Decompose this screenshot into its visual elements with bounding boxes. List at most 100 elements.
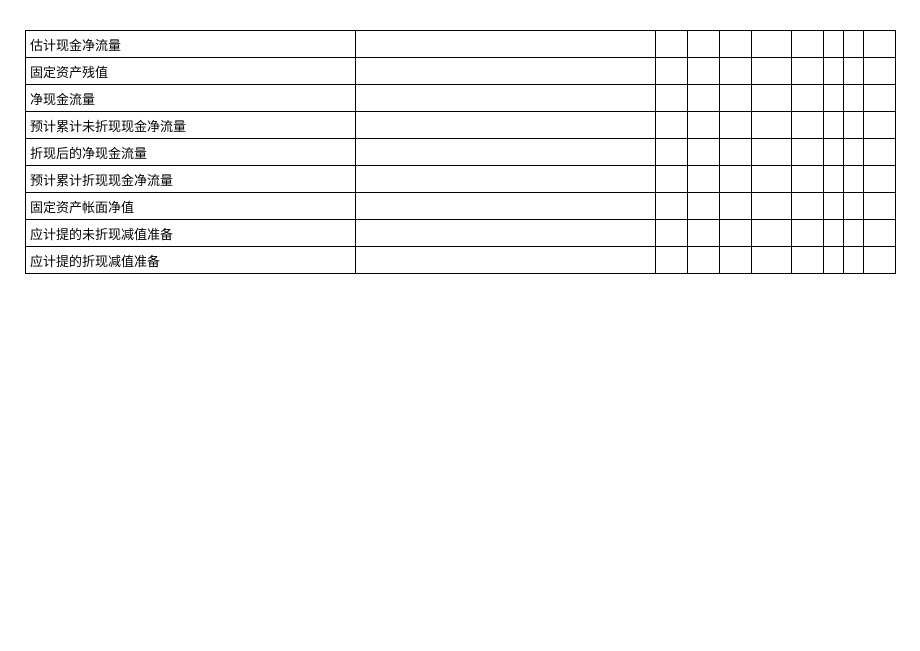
- cell: [688, 58, 720, 85]
- cell: [688, 85, 720, 112]
- table-row: 预计累计折现现金净流量: [26, 166, 896, 193]
- cell: [824, 247, 844, 274]
- cell: [824, 31, 844, 58]
- cell: [720, 166, 752, 193]
- cell: [752, 58, 792, 85]
- cell: [720, 193, 752, 220]
- table-row: 应计提的折现减值准备: [26, 247, 896, 274]
- cell: [688, 193, 720, 220]
- cell: [752, 85, 792, 112]
- cell: [656, 58, 688, 85]
- cell: [792, 58, 824, 85]
- row-label: 固定资产残值: [26, 58, 356, 85]
- cell: [792, 31, 824, 58]
- cell: [864, 166, 896, 193]
- cell: [356, 166, 656, 193]
- cell: [720, 31, 752, 58]
- cell: [752, 220, 792, 247]
- cell: [864, 247, 896, 274]
- table-row: 应计提的未折现减值准备: [26, 220, 896, 247]
- cell: [864, 139, 896, 166]
- cell: [792, 112, 824, 139]
- cell: [864, 193, 896, 220]
- cell: [864, 58, 896, 85]
- row-label: 固定资产帐面净值: [26, 193, 356, 220]
- cell: [752, 166, 792, 193]
- cell: [864, 31, 896, 58]
- cell: [824, 112, 844, 139]
- cell: [864, 220, 896, 247]
- cell: [844, 193, 864, 220]
- cell: [656, 85, 688, 112]
- table-row: 折现后的净现金流量: [26, 139, 896, 166]
- cell: [824, 58, 844, 85]
- row-label: 应计提的未折现减值准备: [26, 220, 356, 247]
- cell: [356, 220, 656, 247]
- cell: [720, 247, 752, 274]
- row-label: 预计累计折现现金净流量: [26, 166, 356, 193]
- cell: [356, 58, 656, 85]
- cell: [656, 166, 688, 193]
- cell: [656, 139, 688, 166]
- table-row: 净现金流量: [26, 85, 896, 112]
- cell: [720, 85, 752, 112]
- cell: [356, 31, 656, 58]
- cell: [864, 112, 896, 139]
- cell: [356, 193, 656, 220]
- cell: [720, 58, 752, 85]
- cell: [864, 85, 896, 112]
- cell: [720, 112, 752, 139]
- cell: [792, 139, 824, 166]
- cell: [844, 247, 864, 274]
- cell: [688, 166, 720, 193]
- cell: [688, 112, 720, 139]
- cell: [844, 112, 864, 139]
- cell: [824, 166, 844, 193]
- cell: [824, 193, 844, 220]
- cell: [688, 31, 720, 58]
- cell: [752, 247, 792, 274]
- table-row: 估计现金净流量: [26, 31, 896, 58]
- cell: [844, 166, 864, 193]
- cell: [792, 166, 824, 193]
- cell: [688, 247, 720, 274]
- cell: [356, 139, 656, 166]
- cell: [792, 193, 824, 220]
- cell: [752, 139, 792, 166]
- cell: [656, 112, 688, 139]
- cell: [792, 220, 824, 247]
- table-row: 预计累计未折现现金净流量: [26, 112, 896, 139]
- cell: [656, 220, 688, 247]
- impairment-table: 估计现金净流量 固定资产残值 净现金流量: [25, 30, 896, 274]
- cell: [824, 85, 844, 112]
- table-row: 固定资产残值: [26, 58, 896, 85]
- cell: [688, 220, 720, 247]
- cell: [844, 220, 864, 247]
- row-label: 净现金流量: [26, 85, 356, 112]
- cell: [752, 112, 792, 139]
- cell: [824, 220, 844, 247]
- row-label: 应计提的折现减值准备: [26, 247, 356, 274]
- cell: [792, 85, 824, 112]
- cell: [844, 31, 864, 58]
- cell: [752, 193, 792, 220]
- cell: [720, 220, 752, 247]
- cell: [792, 247, 824, 274]
- row-label: 预计累计未折现现金净流量: [26, 112, 356, 139]
- cell: [688, 139, 720, 166]
- cell: [356, 85, 656, 112]
- cell: [844, 139, 864, 166]
- cell: [656, 193, 688, 220]
- cell: [844, 85, 864, 112]
- cell: [656, 31, 688, 58]
- cell: [720, 139, 752, 166]
- cell: [656, 247, 688, 274]
- cell: [356, 247, 656, 274]
- cell: [752, 31, 792, 58]
- row-label: 折现后的净现金流量: [26, 139, 356, 166]
- row-label: 估计现金净流量: [26, 31, 356, 58]
- cell: [844, 58, 864, 85]
- cell: [824, 139, 844, 166]
- cell: [356, 112, 656, 139]
- table-row: 固定资产帐面净值: [26, 193, 896, 220]
